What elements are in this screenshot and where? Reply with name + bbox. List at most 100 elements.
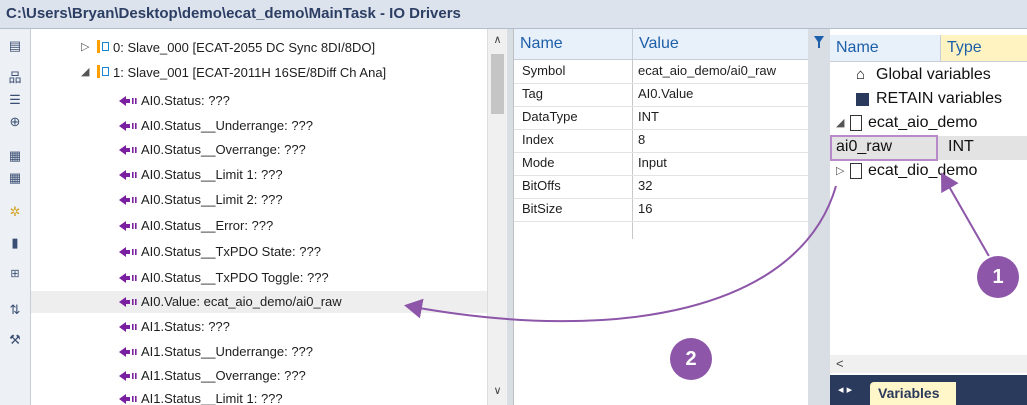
property-value[interactable]: 32 bbox=[638, 178, 652, 193]
tree-device-row[interactable]: ◢ 1: Slave_001 [ECAT-2011H 16SE/8Diff Ch… bbox=[31, 62, 487, 84]
input-arrow-icon bbox=[119, 394, 137, 404]
tree-input-row[interactable]: AI0.Status__Overrange: ??? bbox=[31, 139, 487, 161]
filter-icon[interactable] bbox=[808, 33, 830, 53]
tree-input-row[interactable]: AI0.Status__TxPDO State: ??? bbox=[31, 241, 487, 263]
file-icon bbox=[850, 163, 862, 179]
tree-input-row[interactable]: AI0.Status__Underrange: ??? bbox=[31, 115, 487, 137]
property-value[interactable]: AI0.Value bbox=[638, 86, 693, 101]
input-arrow-icon bbox=[119, 221, 137, 231]
tree-input-row[interactable]: AI1.Status: ??? bbox=[31, 316, 487, 338]
scrollbar-thumb[interactable] bbox=[491, 54, 504, 114]
row-divider bbox=[514, 129, 809, 130]
tree-input-row[interactable]: AI0.Status__Error: ??? bbox=[31, 215, 487, 237]
row-divider bbox=[514, 83, 809, 84]
panel-splitter[interactable] bbox=[808, 29, 830, 405]
scroll-down-icon[interactable]: ∨ bbox=[488, 384, 507, 397]
properties-icon[interactable]: ▤ bbox=[6, 37, 24, 55]
tree-scrollbar[interactable]: ∧ ∨ bbox=[487, 29, 507, 405]
property-name: Symbol bbox=[522, 63, 566, 78]
variable-group-retain[interactable]: RETAIN variables bbox=[830, 88, 1027, 112]
tree-row-label: 1: Slave_001 [ECAT-2011H 16SE/8Diff Ch A… bbox=[113, 65, 387, 80]
properties-value-header[interactable]: Value bbox=[633, 29, 809, 60]
sort-icon[interactable]: ⇅ bbox=[6, 301, 24, 319]
input-arrow-icon bbox=[119, 322, 137, 332]
save-icon bbox=[856, 93, 869, 106]
callout-badge-2: 2 bbox=[670, 338, 712, 380]
expand-arrow-icon[interactable]: ▷ bbox=[836, 164, 844, 177]
property-name: BitOffs bbox=[522, 178, 561, 193]
row-divider bbox=[514, 198, 809, 199]
variable-group-ecat-dio-demo[interactable]: ▷ ecat_dio_demo bbox=[830, 160, 1027, 184]
tree-input-row[interactable]: AI0.Status__Limit 1: ??? bbox=[31, 164, 487, 186]
variables-horizontal-scrollbar[interactable]: < bbox=[830, 355, 1027, 373]
tree-input-row[interactable]: AI1.Status__Underrange: ??? bbox=[31, 341, 487, 363]
property-name: Tag bbox=[522, 86, 543, 101]
star-icon[interactable]: ✲ bbox=[6, 203, 24, 221]
tree-input-row[interactable]: AI1.Status__Limit 1: ??? bbox=[31, 388, 487, 405]
expand-icon[interactable]: ⊞ bbox=[6, 265, 24, 283]
property-name: Index bbox=[522, 132, 554, 147]
scroll-left-icon[interactable]: < bbox=[836, 356, 844, 371]
row-divider bbox=[514, 175, 809, 176]
tree-input-row[interactable]: AI0.Value: ecat_aio_demo/ai0_raw bbox=[31, 291, 487, 313]
property-name: DataType bbox=[522, 109, 578, 124]
expand-arrow-icon[interactable]: ▷ bbox=[81, 40, 97, 53]
variable-list-icon[interactable]: ☰ bbox=[6, 91, 24, 109]
input-arrow-icon bbox=[119, 273, 137, 283]
input-arrow-icon bbox=[119, 145, 137, 155]
file-icon bbox=[850, 115, 862, 131]
tree-input-row[interactable]: AI0.Status__Limit 2: ??? bbox=[31, 189, 487, 211]
tree-input-row[interactable]: AI0.Status: ??? bbox=[31, 90, 487, 112]
variable-group-ecat-aio-demo[interactable]: ◢ ecat_aio_demo bbox=[830, 112, 1027, 136]
property-value[interactable]: 8 bbox=[638, 132, 645, 147]
left-toolbar: ▤ 品 ☰ ⊕ ▦ ▦ ✲ ▮ ⊞ ⇅ ⚒ bbox=[0, 29, 31, 405]
property-value[interactable]: 16 bbox=[638, 201, 652, 216]
property-value[interactable]: ecat_aio_demo/ai0_raw bbox=[638, 63, 776, 78]
device-icon bbox=[97, 65, 109, 78]
tree-row-label: AI0.Status__Overrange: ??? bbox=[141, 142, 306, 157]
variables-panel: Name Type ⌂ Global variables RETAIN vari… bbox=[830, 29, 1027, 405]
tree-row-label: AI1.Status__Underrange: ??? bbox=[141, 344, 314, 359]
tab-variables[interactable]: Variables bbox=[870, 382, 956, 405]
variables-name-header[interactable]: Name bbox=[830, 35, 941, 62]
properties-panel: Name Value Symbol ecat_aio_demo/ai0_raw Ta… bbox=[513, 29, 809, 405]
row-divider bbox=[514, 152, 809, 153]
tree-row-label: AI0.Status__Underrange: ??? bbox=[141, 118, 314, 133]
tree-row-label: AI1.Status: ??? bbox=[141, 319, 230, 334]
tree-row-label: AI0.Value: ecat_aio_demo/ai0_raw bbox=[141, 294, 342, 309]
variables-type-header[interactable]: Type bbox=[941, 35, 1027, 62]
column-divider bbox=[632, 59, 633, 239]
tree-input-row[interactable]: AI0.Status__TxPDO Toggle: ??? bbox=[31, 267, 487, 289]
collapse-arrow-icon[interactable]: ◢ bbox=[836, 116, 844, 129]
variables-tabbar: ◂ ▸ Variables bbox=[830, 375, 1027, 405]
tree-row-label: AI0.Status__TxPDO State: ??? bbox=[141, 244, 321, 259]
tree-row-label: AI0.Status__Error: ??? bbox=[141, 218, 274, 233]
variable-row-ai0-raw[interactable]: ai0_raw INT bbox=[830, 136, 1027, 160]
tab-nav-arrows-icon[interactable]: ◂ ▸ bbox=[838, 383, 852, 396]
variable-group-global[interactable]: ⌂ Global variables bbox=[830, 64, 1027, 88]
home-icon: ⌂ bbox=[856, 66, 866, 83]
network-icon[interactable]: 品 bbox=[6, 69, 24, 87]
tree-row-label: AI0.Status__Limit 1: ??? bbox=[141, 167, 283, 182]
tree-device-row[interactable]: ▷ 0: Slave_000 [ECAT-2055 DC Sync 8DI/8D… bbox=[31, 37, 487, 59]
input-arrow-icon bbox=[119, 195, 137, 205]
properties-name-header[interactable]: Name bbox=[514, 29, 633, 60]
input-arrow-icon bbox=[119, 297, 137, 307]
input-arrow-icon bbox=[119, 347, 137, 357]
variable-type: INT bbox=[948, 138, 974, 155]
row-divider bbox=[514, 106, 809, 107]
grid-edit-icon[interactable]: ▦ bbox=[6, 169, 24, 187]
property-value[interactable]: Input bbox=[638, 155, 667, 170]
callout-badge-1: 1 bbox=[977, 256, 1019, 298]
collapse-arrow-icon[interactable]: ◢ bbox=[81, 65, 97, 78]
add-device-icon[interactable]: ⊕ bbox=[6, 113, 24, 131]
import-icon[interactable]: ▮ bbox=[6, 234, 24, 252]
scroll-up-icon[interactable]: ∧ bbox=[488, 33, 507, 46]
tools-icon[interactable]: ⚒ bbox=[6, 331, 24, 349]
property-name: Mode bbox=[522, 155, 555, 170]
device-icon bbox=[97, 40, 109, 53]
tree-row-label: AI1.Status__Limit 1: ??? bbox=[141, 391, 283, 405]
grid-icon[interactable]: ▦ bbox=[6, 147, 24, 165]
property-value[interactable]: INT bbox=[638, 109, 659, 124]
tree-input-row[interactable]: AI1.Status__Overrange: ??? bbox=[31, 365, 487, 387]
